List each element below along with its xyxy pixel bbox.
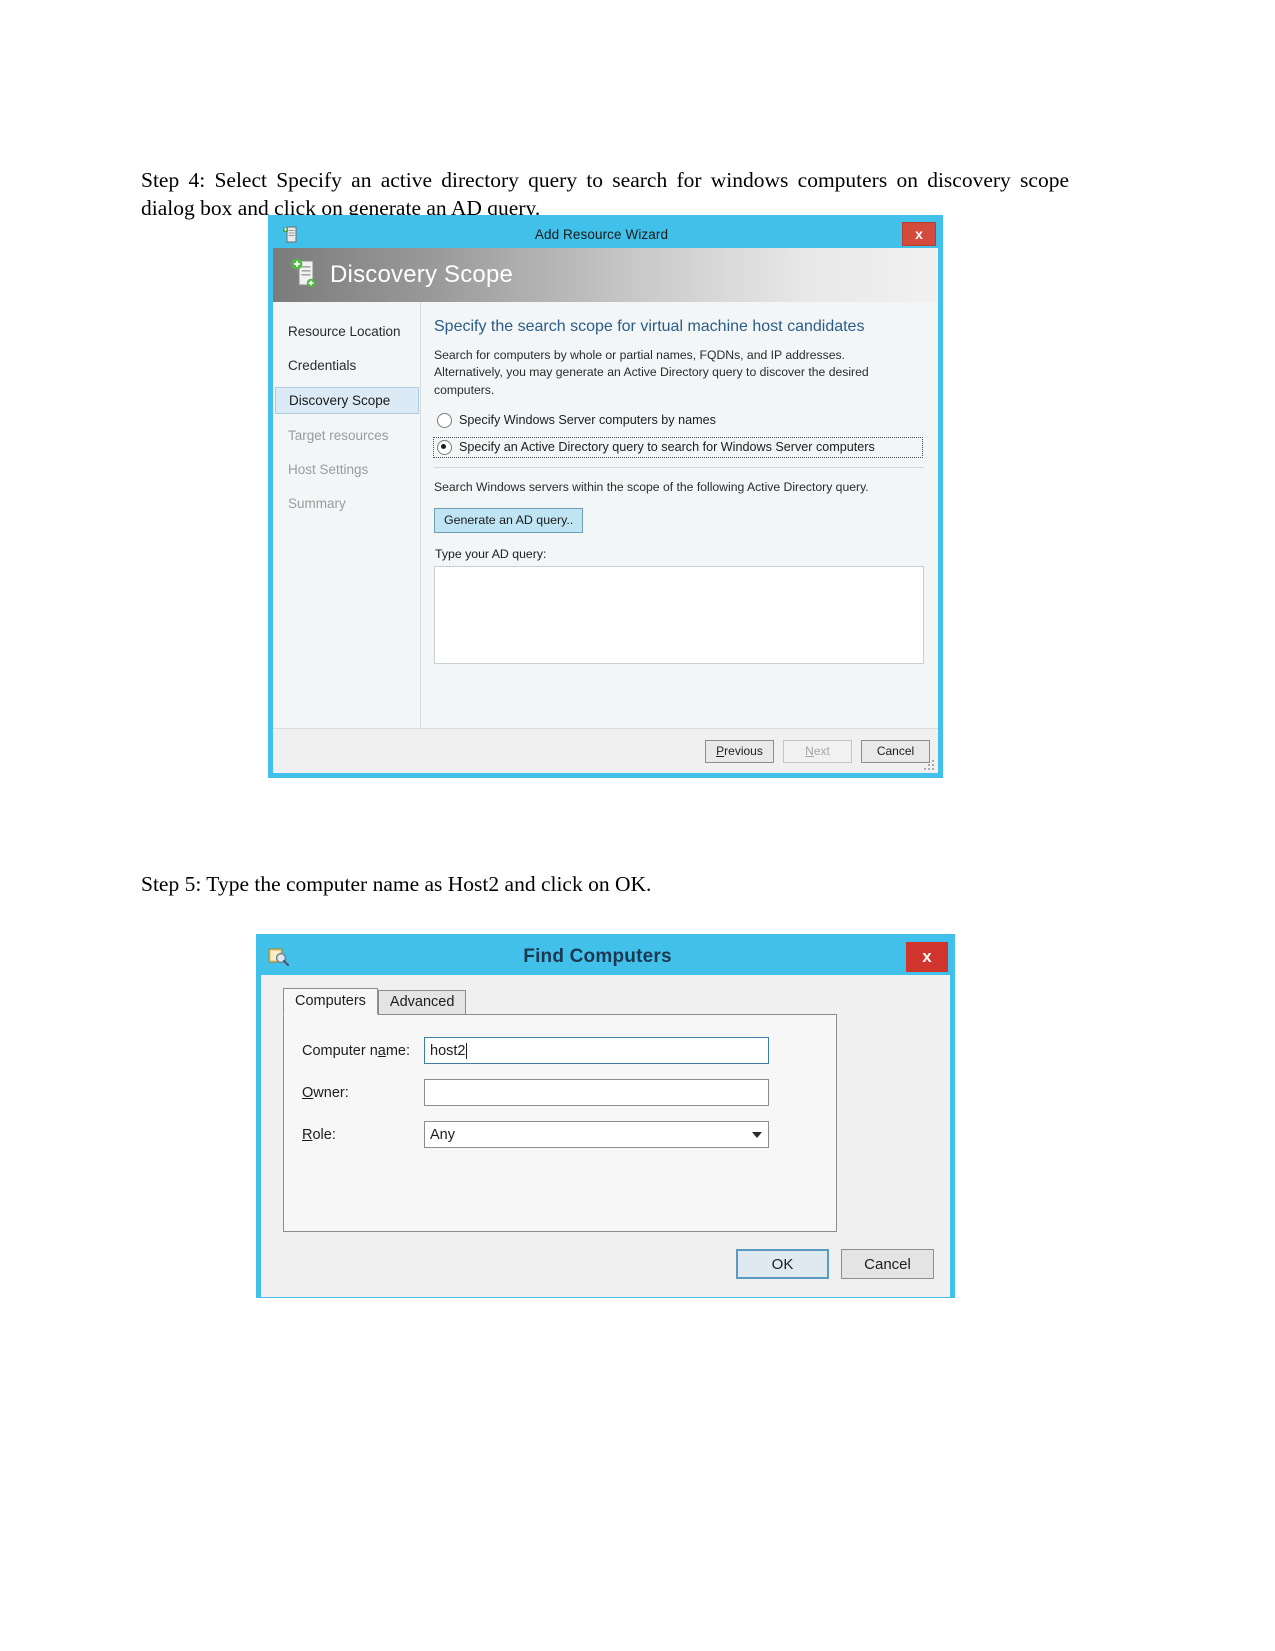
sidebar-item-target-resources[interactable]: Target resources [273,423,420,448]
text-caret [466,1042,468,1059]
generate-ad-query-button[interactable]: Generate an AD query.. [434,508,584,534]
find-computers-dialog: Find Computers x Computers Advanced Comp… [256,934,955,1298]
close-icon[interactable]: x [902,222,936,246]
computer-name-input[interactable]: host2 [424,1037,769,1064]
owner-input[interactable] [424,1079,769,1106]
radio-specify-by-names-label: Specify Windows Server computers by name… [459,413,716,428]
wizard-header-banner: Discovery Scope [273,248,938,302]
radio-circle-icon [437,412,452,428]
wizard-footer: Previous Next Cancel [273,728,938,773]
ad-query-textarea[interactable] [434,566,924,665]
wizard-title-label: Add Resource Wizard [534,226,669,242]
radio-specify-ad-query[interactable]: Specify an Active Directory query to sea… [433,436,923,458]
find-body: Computers Advanced Computer name: host2 … [261,975,950,1297]
role-row: Role: Any [302,1121,836,1148]
role-label: Role: [302,1126,336,1143]
previous-button[interactable]: Previous [705,739,774,763]
computer-name-row: Computer name: host2 [302,1037,836,1064]
wizard-body: Resource Location Credentials Discovery … [273,302,938,728]
radio-specify-ad-query-label: Specify an Active Directory query to sea… [459,440,875,455]
computer-name-label: Computer name: [302,1042,411,1059]
wizard-title-bar: Add Resource Wizard x [273,220,938,248]
owner-row: Owner: [302,1079,836,1106]
scope-description: Search Windows servers within the scope … [434,479,869,494]
step4-instruction-text: Step 4: Select Specify an active directo… [141,167,1069,220]
chevron-down-icon [752,1131,762,1138]
wizard-page-title: Discovery Scope [330,261,514,288]
resize-grip[interactable] [923,759,935,771]
find-title-label: Find Computers [523,946,672,967]
ok-button[interactable]: OK [736,1249,829,1279]
wizard-document-icon [279,226,301,243]
owner-label: Owner: [302,1084,349,1101]
sidebar-item-credentials[interactable]: Credentials [273,353,420,378]
computers-tab-panel: Computer name: host2 Owner: Role: Any [283,1014,837,1232]
tab-advanced[interactable]: Advanced [377,990,467,1015]
role-selected-value: Any [430,1126,455,1143]
next-button: Next [783,739,852,763]
role-select[interactable]: Any [424,1121,769,1148]
find-dialog-buttons: OK Cancel [724,1249,934,1279]
close-icon[interactable]: x [906,942,948,972]
find-computers-icon [267,946,289,968]
pane-heading: Specify the search scope for virtual mac… [434,318,865,335]
ad-query-label: Type your AD query: [435,547,547,562]
radio-circle-selected-icon [437,439,452,455]
section-divider [434,466,924,468]
tab-computers[interactable]: Computers [283,988,378,1015]
wizard-navigation-list: Resource Location Credentials Discovery … [273,302,421,728]
tab-strip: Computers Advanced [283,988,934,1015]
cancel-button[interactable]: Cancel [841,1249,934,1279]
step5-instruction-text: Step 5: Type the computer name as Host2 … [141,871,652,896]
sidebar-item-resource-location[interactable]: Resource Location [273,319,420,344]
sidebar-item-summary[interactable]: Summary [273,491,420,516]
add-resource-wizard-dialog: Add Resource Wizard x Discovery Scope Re… [268,215,943,778]
add-resource-icon [291,258,317,293]
wizard-content-pane: Specify the search scope for virtual mac… [421,302,938,728]
pane-description: Search for computers by whole or partial… [434,348,869,397]
sidebar-item-host-settings[interactable]: Host Settings [273,457,420,482]
cancel-button[interactable]: Cancel [861,739,930,763]
find-title-bar: Find Computers x [261,939,950,975]
sidebar-item-discovery-scope[interactable]: Discovery Scope [275,387,419,414]
radio-specify-by-names[interactable]: Specify Windows Server computers by name… [434,411,924,430]
